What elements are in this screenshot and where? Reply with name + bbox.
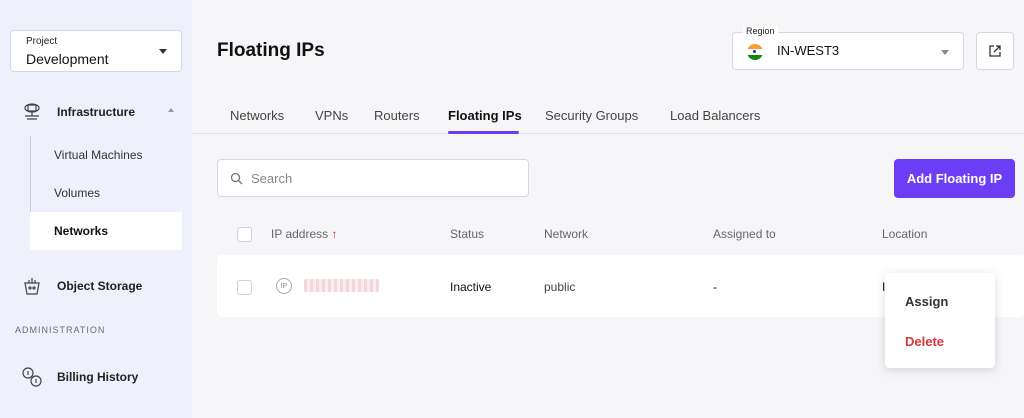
tab-floating-ips[interactable]: Floating IPs	[448, 108, 522, 123]
row-checkbox[interactable]	[237, 280, 252, 295]
region-select-value: IN-WEST3	[777, 43, 840, 58]
object-storage-icon	[20, 274, 44, 298]
row-actions-menu: Assign Delete	[885, 273, 995, 368]
india-flag-icon	[747, 44, 763, 60]
tab-networks[interactable]: Networks	[230, 108, 284, 123]
sidebar-item-infrastructure[interactable]: Infrastructure	[0, 99, 192, 125]
tab-bar: Networks VPNs Routers Floating IPs Secur…	[192, 100, 1024, 134]
region-select[interactable]: Region IN-WEST3	[732, 26, 964, 70]
ip-address-redacted	[304, 279, 379, 292]
column-header-ip-address[interactable]: IP address ↑	[271, 227, 338, 241]
page-title: Floating IPs	[217, 40, 325, 61]
tab-load-balancers[interactable]: Load Balancers	[670, 108, 760, 123]
cell-network: public	[544, 280, 576, 294]
sidebar-item-label: Infrastructure	[57, 105, 136, 119]
section-label-administration: ADMINISTRATION	[15, 325, 106, 335]
assign-menu-item[interactable]: Assign	[905, 294, 948, 309]
chevron-down-icon	[941, 50, 949, 55]
sidebar-item-billing-history[interactable]: Billing History	[0, 364, 192, 390]
region-select-label: Region	[743, 26, 778, 36]
column-header-status: Status	[450, 227, 485, 241]
tab-routers[interactable]: Routers	[374, 108, 420, 123]
external-link-icon	[989, 45, 1001, 57]
active-tab-indicator	[448, 131, 519, 134]
tab-security-groups[interactable]: Security Groups	[545, 108, 638, 123]
search-input[interactable]	[251, 170, 511, 186]
project-select-value: Development	[26, 51, 109, 67]
sidebar-item-volumes[interactable]: Volumes	[30, 174, 182, 212]
sidebar-item-label: Billing History	[57, 370, 139, 384]
cell-status: Inactive	[450, 280, 492, 294]
cell-assigned-to: -	[713, 280, 717, 294]
sidebar-item-object-storage[interactable]: Object Storage	[0, 273, 192, 299]
column-header-network: Network	[544, 227, 589, 241]
search-box[interactable]	[217, 159, 529, 197]
sidebar-item-label: Object Storage	[57, 279, 143, 293]
column-header-label: IP address	[271, 227, 329, 241]
delete-menu-item[interactable]: Delete	[905, 334, 944, 349]
billing-icon	[20, 365, 44, 389]
sidebar-item-virtual-machines[interactable]: Virtual Machines	[30, 136, 182, 174]
sidebar-item-networks[interactable]: Networks	[30, 212, 182, 250]
ip-address-icon: IP	[276, 278, 292, 294]
tab-vpns[interactable]: VPNs	[315, 108, 348, 123]
select-all-checkbox[interactable]	[237, 227, 252, 242]
open-external-button[interactable]	[976, 32, 1014, 70]
main-content: Floating IPs Region IN-WEST3 Networks VP…	[192, 0, 1024, 418]
add-floating-ip-button[interactable]: Add Floating IP	[894, 159, 1015, 198]
chevron-down-icon	[159, 49, 167, 54]
search-icon	[230, 172, 243, 185]
sidebar: Project Development Infrastructure Virtu…	[0, 0, 192, 418]
infrastructure-icon	[20, 100, 44, 124]
project-select-label: Project	[26, 36, 58, 47]
column-header-assigned-to: Assigned to	[713, 227, 776, 241]
column-header-location: Location	[882, 227, 928, 241]
chevron-up-icon	[168, 108, 174, 112]
sort-ascending-icon: ↑	[331, 227, 338, 241]
project-select[interactable]: Project Development	[10, 30, 182, 72]
